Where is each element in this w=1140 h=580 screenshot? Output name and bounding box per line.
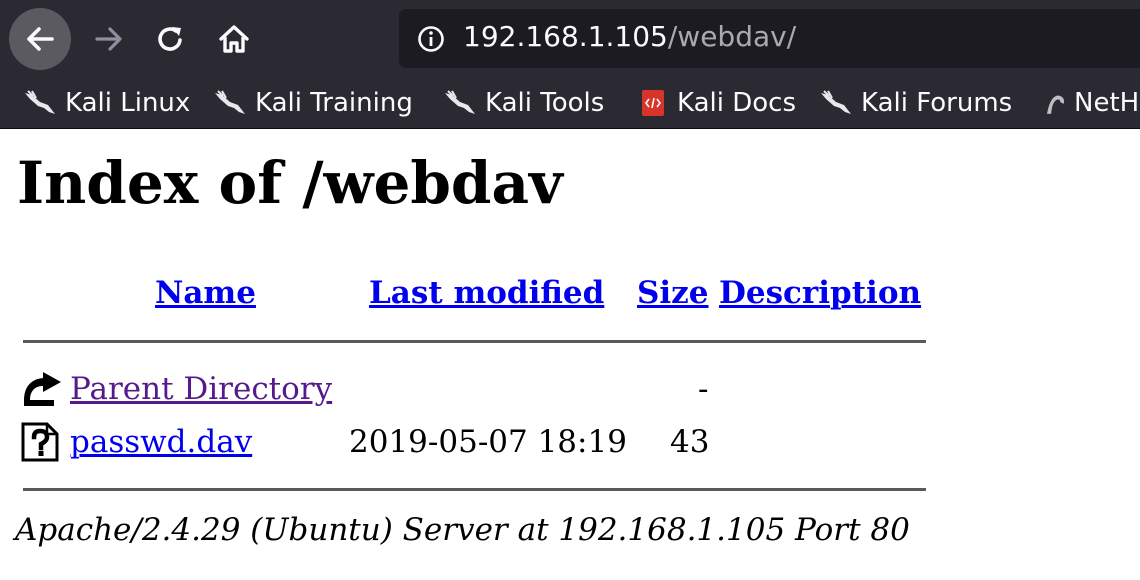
bookmark-kali-linux[interactable]: Kali Linux xyxy=(22,84,190,122)
bookmark-kali-docs[interactable]: Kali Docs xyxy=(634,84,796,122)
bookmark-label: Kali Linux xyxy=(65,88,191,118)
home-button[interactable] xyxy=(203,8,265,70)
home-icon xyxy=(219,25,249,53)
page-content: Index of /webdav Name Last modified Size… xyxy=(0,129,1140,580)
kali-docs-icon xyxy=(642,90,664,116)
info-icon[interactable] xyxy=(417,25,445,53)
back-arrow-icon xyxy=(24,372,61,406)
forward-button[interactable] xyxy=(78,8,140,70)
address-bar[interactable]: 192.168.1.105/webdav/ xyxy=(399,9,1140,68)
reload-icon xyxy=(158,27,182,51)
header-divider xyxy=(23,340,926,343)
row-size: 43 xyxy=(670,424,710,460)
back-button[interactable] xyxy=(9,8,71,70)
bookmark-label: Kali Training xyxy=(255,88,413,118)
unknown-file-icon xyxy=(21,422,59,462)
kali-dragon-icon xyxy=(821,90,851,114)
column-header-last-modified[interactable]: Last modified xyxy=(369,275,604,311)
bookmark-kali-training[interactable]: Kali Training xyxy=(212,84,413,122)
nethunter-icon xyxy=(1047,95,1064,114)
column-header-name[interactable]: Name xyxy=(155,275,256,311)
url-path: /webdav/ xyxy=(667,20,797,53)
column-header-size[interactable]: Size xyxy=(637,275,709,311)
file-link-passwd-dav[interactable]: passwd.dav xyxy=(70,424,252,460)
footer-divider xyxy=(23,488,926,491)
kali-dragon-icon xyxy=(445,90,475,114)
bookmark-label: Kali Docs xyxy=(677,88,797,118)
url-text[interactable]: 192.168.1.105/webdav/ xyxy=(463,20,796,53)
row-size: - xyxy=(698,371,709,407)
bookmarks-toolbar: Kali Linux Kali Training Kali Tools Kali… xyxy=(0,78,1140,129)
back-arrow-icon xyxy=(27,27,54,51)
server-signature: Apache/2.4.29 (Ubuntu) Server at 192.168… xyxy=(15,512,910,548)
column-header-description[interactable]: Description xyxy=(719,275,921,311)
bookmark-nethunter[interactable]: NetH xyxy=(1042,84,1139,122)
kali-dragon-icon xyxy=(25,90,55,114)
bookmark-label: Kali Tools xyxy=(485,88,605,118)
browser-toolbar: 192.168.1.105/webdav/ xyxy=(0,0,1140,78)
bookmark-label: Kali Forums xyxy=(861,88,1013,118)
reload-button[interactable] xyxy=(140,8,202,70)
row-last-modified: 2019-05-07 18:19 xyxy=(349,424,627,460)
bookmark-kali-forums[interactable]: Kali Forums xyxy=(818,84,1012,122)
forward-arrow-icon xyxy=(95,27,122,51)
kali-dragon-icon xyxy=(215,90,245,114)
parent-directory-link[interactable]: Parent Directory xyxy=(70,371,332,407)
url-host: 192.168.1.105 xyxy=(463,20,668,53)
bookmark-kali-tools[interactable]: Kali Tools xyxy=(442,84,604,122)
page-title: Index of /webdav xyxy=(17,149,563,217)
bookmark-label: NetH xyxy=(1074,88,1140,118)
